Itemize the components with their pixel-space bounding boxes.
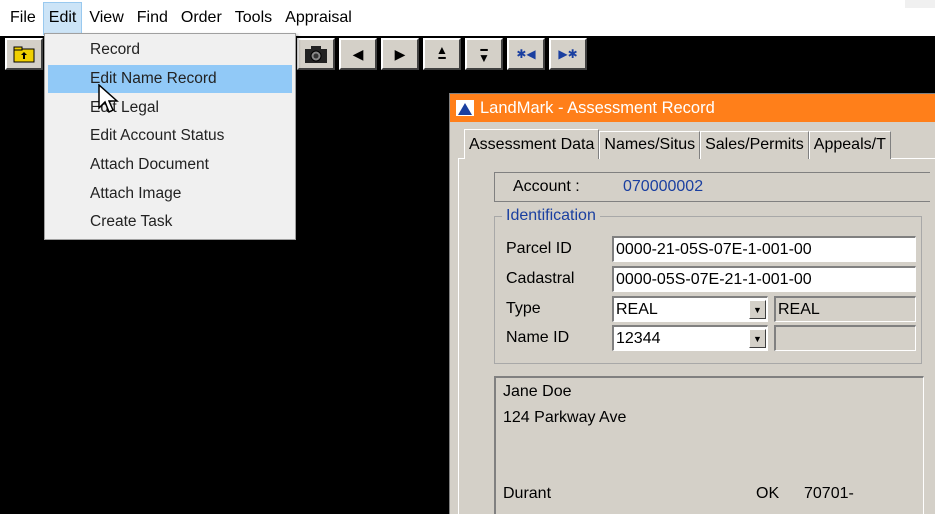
prev-page-icon: ✱◀	[516, 47, 536, 61]
chevron-down-icon[interactable]: ▼	[749, 329, 766, 348]
owner-state: OK	[756, 485, 780, 502]
edit-menu-dropdown: Record Edit Name Record Edit Legal Edit …	[44, 33, 296, 240]
identification-legend: Identification	[502, 207, 600, 225]
folder-up-button[interactable]	[5, 38, 43, 70]
type-select[interactable]: REAL ▼	[612, 296, 768, 322]
prev-page-button[interactable]: ✱◀	[507, 38, 545, 70]
owner-zip: 70701-	[804, 485, 854, 502]
landmark-logo-icon	[456, 100, 474, 116]
chevron-down-icon[interactable]: ▼	[749, 300, 766, 319]
owner-street: 124 Parkway Ave	[503, 409, 627, 426]
type-description: REAL	[774, 296, 916, 322]
account-value: 070000002	[623, 178, 704, 195]
menu-item-edit-legal[interactable]: Edit Legal	[45, 93, 295, 122]
cadastral-input[interactable]: 0000-05S-07E-21-1-001-00	[612, 266, 916, 292]
parcel-id-label: Parcel ID	[506, 240, 572, 257]
first-record-button[interactable]: ▲ ━	[423, 38, 461, 70]
window-corner	[905, 0, 935, 8]
next-record-button[interactable]: ▶	[381, 38, 419, 70]
folder-up-icon	[13, 46, 35, 63]
menu-item-edit-name-record[interactable]: Edit Name Record	[48, 64, 292, 94]
menu-item-attach-document[interactable]: Attach Document	[45, 151, 295, 180]
type-label: Type	[506, 300, 541, 317]
cadastral-label: Cadastral	[506, 270, 575, 287]
menu-view[interactable]: View	[83, 2, 129, 35]
parcel-id-row: Parcel ID 0000-21-05S-07E-1-001-00	[506, 236, 916, 262]
last-record-button[interactable]: ━ ▼	[465, 38, 503, 70]
type-select-value: REAL	[616, 300, 658, 318]
window-title-bar[interactable]: LandMark - Assessment Record	[450, 94, 935, 122]
name-id-row: Name ID 12344 ▼	[506, 325, 916, 351]
menu-file[interactable]: File	[4, 2, 42, 35]
owner-name: Jane Doe	[503, 383, 572, 400]
type-row: Type REAL ▼ REAL	[506, 296, 916, 322]
menu-order[interactable]: Order	[175, 2, 228, 35]
owner-city: Durant	[503, 485, 552, 502]
tab-appeals[interactable]: Appeals/T	[808, 131, 891, 159]
account-bar: Account : 070000002	[494, 172, 930, 202]
tab-bar: Assessment Data Names/Situs Sales/Permit…	[464, 129, 891, 159]
camera-button[interactable]	[297, 38, 335, 70]
account-label: Account :	[513, 178, 580, 195]
menu-item-edit-account-status[interactable]: Edit Account Status	[45, 122, 295, 151]
tab-sales-permits[interactable]: Sales/Permits	[700, 131, 809, 159]
last-icon: ━ ▼	[478, 43, 490, 65]
camera-icon	[305, 46, 327, 63]
first-icon: ▲ ━	[436, 43, 448, 65]
name-id-description	[774, 325, 916, 351]
parcel-id-input[interactable]: 0000-21-05S-07E-1-001-00	[612, 236, 916, 262]
menu-item-attach-image[interactable]: Attach Image	[45, 179, 295, 208]
name-id-label: Name ID	[506, 329, 570, 346]
next-page-icon: ▶✱	[558, 47, 578, 61]
cadastral-row: Cadastral 0000-05S-07E-21-1-001-00	[506, 266, 916, 292]
menu-bar: File Edit View Find Order Tools Appraisa…	[0, 0, 935, 36]
menu-find[interactable]: Find	[131, 2, 174, 35]
name-id-select-value: 12344	[616, 329, 661, 347]
tab-assessment-data[interactable]: Assessment Data	[464, 129, 600, 159]
application-window: File Edit View Find Order Tools Appraisa…	[0, 0, 935, 514]
window-title: LandMark - Assessment Record	[480, 98, 715, 117]
previous-record-button[interactable]: ◀	[339, 38, 377, 70]
menu-appraisal[interactable]: Appraisal	[279, 2, 358, 35]
next-icon: ▶	[394, 45, 406, 62]
tab-names-situs[interactable]: Names/Situs	[599, 131, 701, 159]
next-page-button[interactable]: ▶✱	[549, 38, 587, 70]
menu-tools[interactable]: Tools	[229, 2, 278, 35]
previous-icon: ◀	[352, 45, 364, 62]
menu-item-record[interactable]: Record	[45, 36, 295, 65]
name-id-select[interactable]: 12344 ▼	[612, 325, 768, 351]
menu-item-create-task[interactable]: Create Task	[45, 208, 295, 237]
menu-edit[interactable]: Edit	[42, 1, 83, 35]
